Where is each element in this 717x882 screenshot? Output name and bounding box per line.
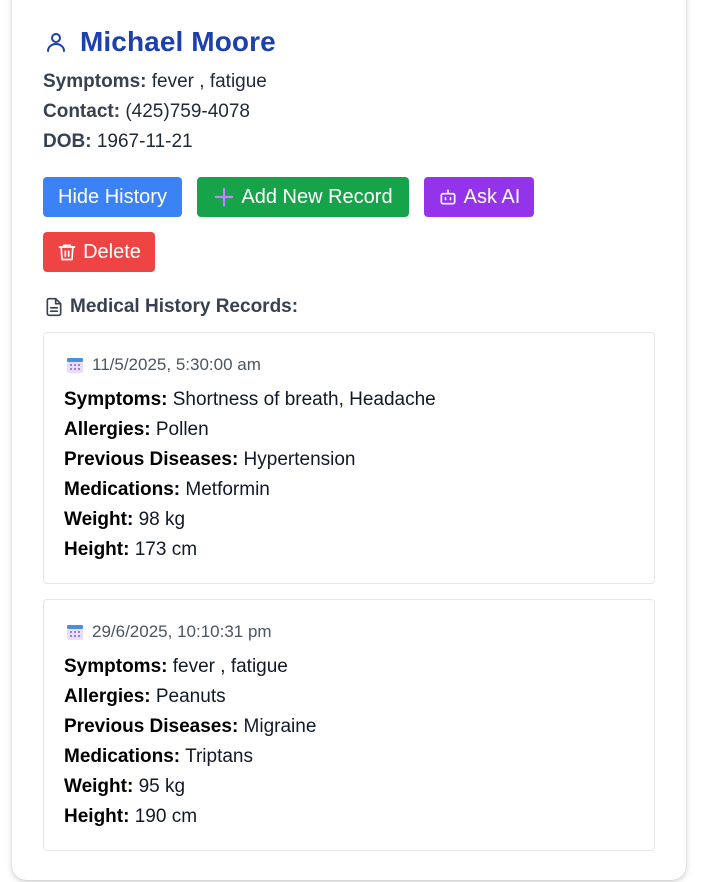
record-symptoms: Symptoms: Shortness of breath, Headache	[64, 389, 436, 411]
record-height: Height: 173 cm	[64, 539, 197, 561]
record-date-text: 29/6/2025, 10:10:31 pm	[92, 622, 272, 641]
record-previous-diseases-value: Migraine	[243, 716, 317, 737]
record-weight-label: Weight:	[64, 776, 134, 797]
record-symptoms-value: Shortness of breath, Headache	[172, 389, 436, 410]
record-symptoms-label: Symptoms:	[64, 656, 168, 677]
patient-dob: DOB: 1967-11-21	[43, 131, 193, 153]
hide-history-button[interactable]: Hide History	[43, 177, 182, 217]
record-symptoms-value: fever , fatigue	[172, 656, 288, 677]
ask-ai-button[interactable]: Ask AI	[424, 177, 534, 217]
history-record: 11/5/2025, 5:30:00 am Symptoms: Shortnes…	[43, 332, 655, 584]
record-previous-diseases: Previous Diseases: Hypertension	[64, 449, 356, 471]
record-previous-diseases-value: Hypertension	[243, 449, 356, 470]
contact-label: Contact:	[43, 101, 121, 122]
record-date: 11/5/2025, 5:30:00 am	[66, 355, 261, 375]
patient-symptoms: Symptoms: fever , fatigue	[43, 71, 267, 93]
trash-icon	[58, 244, 76, 261]
user-icon	[47, 33, 65, 52]
record-allergies-value: Pollen	[155, 419, 209, 440]
file-text-icon	[46, 297, 62, 317]
dob-label: DOB:	[43, 131, 92, 152]
record-height-label: Height:	[64, 806, 130, 827]
record-medications-value: Triptans	[185, 746, 253, 767]
record-allergies: Allergies: Peanuts	[64, 686, 226, 708]
plus-icon	[215, 187, 234, 207]
record-medications: Medications: Metformin	[64, 479, 270, 501]
record-medications-label: Medications:	[64, 479, 181, 500]
record-symptoms-label: Symptoms:	[64, 389, 168, 410]
bot-icon	[440, 189, 456, 205]
record-allergies-label: Allergies:	[64, 686, 151, 707]
record-date-text: 11/5/2025, 5:30:00 am	[92, 355, 261, 374]
record-medications: Medications: Triptans	[64, 746, 253, 768]
delete-label: Delete	[83, 240, 141, 263]
delete-button[interactable]: Delete	[43, 232, 155, 272]
record-allergies-value: Peanuts	[155, 686, 226, 707]
hide-history-label: Hide History	[58, 185, 167, 208]
record-height-label: Height:	[64, 539, 130, 560]
patient-contact: Contact: (425)759-4078	[43, 101, 250, 123]
record-allergies: Allergies: Pollen	[64, 419, 209, 441]
record-previous-diseases-label: Previous Diseases:	[64, 716, 239, 737]
record-weight-label: Weight:	[64, 509, 134, 530]
record-allergies-label: Allergies:	[64, 419, 151, 440]
symptoms-value: fever , fatigue	[151, 71, 267, 92]
symptoms-label: Symptoms:	[43, 71, 147, 92]
record-previous-diseases-label: Previous Diseases:	[64, 449, 239, 470]
record-medications-label: Medications:	[64, 746, 181, 767]
patient-header: Michael Moore	[44, 26, 276, 58]
contact-value: (425)759-4078	[125, 101, 250, 122]
history-section-title: Medical History Records:	[44, 296, 298, 318]
calendar-icon	[67, 358, 83, 373]
patient-name: Michael Moore	[80, 26, 276, 57]
record-medications-value: Metformin	[185, 479, 270, 500]
add-record-button[interactable]: Add New Record	[197, 177, 409, 217]
add-record-label: Add New Record	[241, 185, 393, 208]
record-date: 29/6/2025, 10:10:31 pm	[66, 622, 272, 642]
record-weight: Weight: 95 kg	[64, 776, 185, 798]
record-weight-value: 98 kg	[138, 509, 186, 530]
record-weight-value: 95 kg	[138, 776, 186, 797]
history-record: 29/6/2025, 10:10:31 pm Symptoms: fever ,…	[43, 599, 655, 851]
record-height-value: 173 cm	[134, 539, 198, 560]
dob-value: 1967-11-21	[96, 131, 193, 152]
ask-ai-label: Ask AI	[463, 185, 521, 208]
calendar-icon	[67, 625, 83, 640]
history-title: Medical History Records:	[70, 296, 299, 317]
record-weight: Weight: 98 kg	[64, 509, 185, 531]
record-symptoms: Symptoms: fever , fatigue	[64, 656, 288, 678]
record-height: Height: 190 cm	[64, 806, 197, 828]
record-previous-diseases: Previous Diseases: Migraine	[64, 716, 316, 738]
record-height-value: 190 cm	[134, 806, 198, 827]
